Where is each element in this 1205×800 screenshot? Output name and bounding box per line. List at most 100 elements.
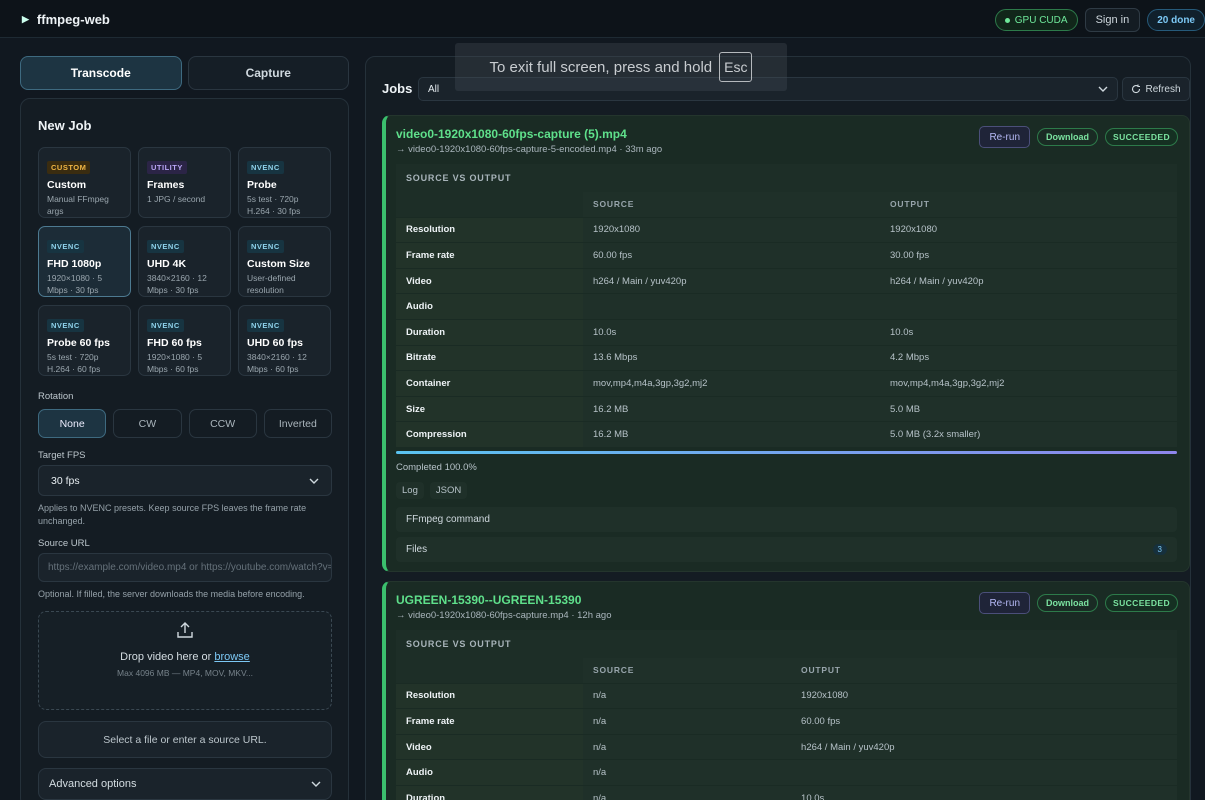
fullscreen-notice: To exit full screen, press and hold Esc <box>455 43 787 91</box>
file-drop-zone[interactable]: Drop video here or browse Max 4096 MB — … <box>38 611 332 710</box>
rotation-inverted-button[interactable]: Inverted <box>263 409 332 438</box>
row-label: Compression <box>396 422 583 448</box>
preset-card[interactable]: NVENC Probe 5s test · 720p H.264 · 30 fp… <box>238 147 331 218</box>
source-value: h264 / Main / yuv420p <box>583 268 880 295</box>
preset-card[interactable]: NVENC FHD 60 fps 1920×1080 · 5 Mbps · 60… <box>138 305 231 376</box>
preset-card[interactable]: NVENC FHD 1080p 1920×1080 · 5 Mbps · 30 … <box>38 226 131 297</box>
chevron-down-icon <box>1098 86 1108 92</box>
comparison-table: SOURCE OUTPUT Resolution 1920x1080 1920x1… <box>396 192 1177 448</box>
source-value: mov,mp4,m4a,3gp,3g2,mj2 <box>583 371 880 397</box>
preset-card[interactable]: CUSTOM Custom Manual FFmpeg args <box>38 147 131 218</box>
table-row: Frame rate n/a 60.00 fps <box>396 709 1177 735</box>
preset-tag: CUSTOM <box>47 161 91 174</box>
submit-status-message: Select a file or enter a source URL. <box>38 721 332 758</box>
preset-card[interactable]: NVENC Custom Size User-defined resolutio… <box>238 226 331 297</box>
svo-heading: SOURCE VS OUTPUT <box>396 630 1177 658</box>
fps-hint: Applies to NVENC presets. Keep source FP… <box>38 503 307 526</box>
tab-log[interactable]: Log <box>396 482 424 499</box>
output-value: 4.2 Mbps <box>880 345 1177 372</box>
preset-tag: NVENC <box>147 240 184 253</box>
preset-card[interactable]: UTILITY Frames 1 JPG / second <box>138 147 231 218</box>
refresh-button[interactable]: Refresh <box>1122 77 1190 101</box>
output-value: h264 / Main / yuv420p <box>791 734 1177 761</box>
output-value: 10.0s <box>880 319 1177 346</box>
tab-capture[interactable]: Capture <box>187 56 349 90</box>
job-name[interactable]: UGREEN-15390--UGREEN-15390 <box>396 593 581 607</box>
rotation-group: None CW CCW Inverted <box>38 409 332 438</box>
row-label: Video <box>396 268 583 295</box>
table-row: Duration n/a 10.0s <box>396 785 1177 800</box>
row-label: Resolution <box>396 683 583 710</box>
preset-tag: NVENC <box>147 319 184 332</box>
preset-name: FHD 60 fps <box>147 337 202 349</box>
row-label: Duration <box>396 785 583 800</box>
tab-json[interactable]: JSON <box>429 482 468 499</box>
files-count-badge: 3 <box>1152 544 1167 555</box>
output-value: mov,mp4,m4a,3gp,3g2,mj2 <box>880 371 1177 397</box>
rerun-button[interactable]: Re-run <box>979 126 1031 148</box>
gpu-status-badge: GPU CUDA <box>994 9 1078 31</box>
rerun-button[interactable]: Re-run <box>979 592 1031 614</box>
rotation-none-button[interactable]: None <box>38 409 107 438</box>
source-value: n/a <box>583 709 792 735</box>
source-value: n/a <box>583 760 792 786</box>
preset-tag: NVENC <box>47 240 84 253</box>
preset-card[interactable]: NVENC Probe 60 fps 5s test · 720p H.264 … <box>38 305 131 376</box>
jobs-panel: Jobs All Refresh video0-1920x1080-60fps-… <box>365 56 1191 800</box>
top-bar: ▶ ffmpeg-web GPU CUDA Sign in 20 done <box>0 0 1205 38</box>
preset-name: FHD 1080p <box>47 258 102 270</box>
target-fps-select[interactable]: 30 fps <box>38 465 332 496</box>
table-header <box>396 192 583 218</box>
browse-link[interactable]: browse <box>214 651 249 663</box>
svo-heading: SOURCE VS OUTPUT <box>396 164 1177 192</box>
job-card: UGREEN-15390--UGREEN-15390 → video0-1920… <box>382 581 1190 800</box>
row-label: Audio <box>396 294 583 320</box>
table-row: Size 16.2 MB 5.0 MB <box>396 396 1177 423</box>
job-name[interactable]: video0-1920x1080-60fps-capture (5).mp4 <box>396 127 627 141</box>
row-label: Resolution <box>396 217 583 244</box>
row-label: Duration <box>396 319 583 346</box>
files-toggle[interactable]: Files 3 <box>396 537 1177 562</box>
brand[interactable]: ▶ ffmpeg-web <box>22 12 110 27</box>
download-button[interactable]: Download <box>1037 128 1099 146</box>
chevron-down-icon <box>311 781 321 787</box>
output-value: 1920x1080 <box>880 217 1177 244</box>
esc-key: Esc <box>719 52 753 82</box>
table-row: Bitrate 13.6 Mbps 4.2 Mbps <box>396 345 1177 372</box>
new-job-title: New Job <box>38 118 92 133</box>
source-value: 60.00 fps <box>583 243 880 269</box>
app-title: ffmpeg-web <box>36 12 110 27</box>
play-icon: ▶ <box>22 14 29 24</box>
sign-in-button[interactable]: Sign in <box>1084 8 1141 32</box>
table-row: Audio <box>396 294 1177 320</box>
table-row: Duration 10.0s 10.0s <box>396 319 1177 346</box>
target-fps-label: Target FPS <box>38 450 86 461</box>
table-header-row: SOURCE OUTPUT <box>396 658 1177 684</box>
table-row: Video n/a h264 / Main / yuv420p <box>396 734 1177 761</box>
rotation-ccw-button[interactable]: CCW <box>188 409 257 438</box>
upload-icon <box>39 620 331 645</box>
drop-text: Drop video here or <box>120 651 212 663</box>
refresh-icon <box>1132 84 1141 94</box>
advanced-options-toggle[interactable]: Advanced options <box>38 768 332 800</box>
source-value: 16.2 MB <box>583 396 880 423</box>
row-label: Video <box>396 734 583 761</box>
preset-name: UHD 60 fps <box>247 337 304 349</box>
output-value: 1920x1080 <box>791 683 1177 710</box>
tab-transcode[interactable]: Transcode <box>20 56 182 90</box>
output-value: h264 / Main / yuv420p <box>880 268 1177 295</box>
source-url-label: Source URL <box>38 538 90 549</box>
output-value: 30.00 fps <box>880 243 1177 269</box>
output-value <box>880 294 1177 320</box>
ffmpeg-command-toggle[interactable]: FFmpeg command <box>396 507 1177 532</box>
rotation-cw-button[interactable]: CW <box>113 409 182 438</box>
source-url-input[interactable]: https://example.com/video.mp4 or https:/… <box>38 553 332 582</box>
preset-card[interactable]: NVENC UHD 60 fps 3840×2160 · 12 Mbps · 6… <box>238 305 331 376</box>
download-button[interactable]: Download <box>1037 594 1099 612</box>
source-value <box>583 294 880 320</box>
row-label: Bitrate <box>396 345 583 372</box>
output-value: 5.0 MB <box>880 396 1177 423</box>
preset-card[interactable]: NVENC UHD 4K 3840×2160 · 12 Mbps · 30 fp… <box>138 226 231 297</box>
preset-name: UHD 4K <box>147 258 187 270</box>
source-value: 16.2 MB <box>583 422 880 448</box>
